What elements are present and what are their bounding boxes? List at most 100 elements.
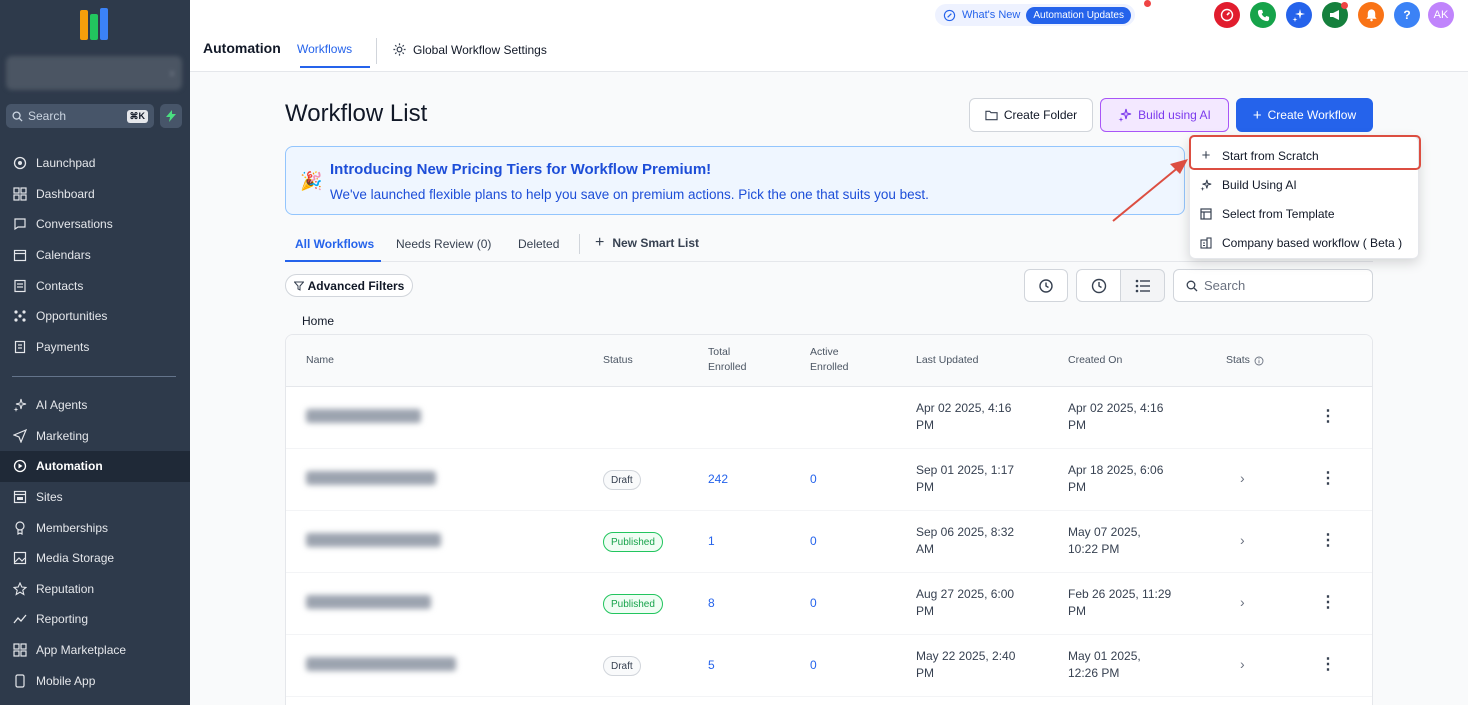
automation-updates-pill[interactable]: Automation Updates xyxy=(1026,6,1131,24)
total-enrolled-link[interactable]: 8 xyxy=(708,596,715,610)
col-status[interactable]: Status xyxy=(603,353,633,368)
sidebar-item-automation[interactable]: Automation xyxy=(0,451,190,482)
total-enrolled-link[interactable]: 1 xyxy=(708,534,715,548)
sidebar-item-launchpad[interactable]: Launchpad xyxy=(0,148,190,179)
help-icon: ? xyxy=(1403,8,1411,22)
more-options-icon[interactable]: ⋮ xyxy=(1320,654,1336,674)
sidebar-item-payments[interactable]: Payments xyxy=(0,332,190,363)
total-enrolled-link[interactable]: 5 xyxy=(708,658,715,672)
sidebar-item-calendars[interactable]: Calendars xyxy=(0,240,190,271)
notification-dot xyxy=(1144,0,1151,7)
tab-workflows-indicator xyxy=(300,66,370,68)
sidebar-search-input[interactable]: Search ⌘K xyxy=(6,104,154,128)
build-using-ai-button[interactable]: Build using AI xyxy=(1100,98,1229,132)
sidebar-item-sites[interactable]: Sites xyxy=(0,482,190,513)
chevron-right-icon[interactable]: › xyxy=(1240,594,1245,610)
time-line: 10:22 PM xyxy=(1068,542,1120,556)
created-on-cell: Apr 02 2025, 4:16 PM xyxy=(1068,400,1163,434)
more-options-icon[interactable]: ⋮ xyxy=(1320,592,1336,612)
whats-new-label: What's New xyxy=(962,9,1021,21)
table-row[interactable]: Apr 02 2025, 4:16 PM Apr 02 2025, 4:16 P… xyxy=(286,387,1372,449)
tab-deleted[interactable]: Deleted xyxy=(518,237,559,251)
list-view-button[interactable] xyxy=(1120,269,1165,302)
col-created-on[interactable]: Created On xyxy=(1068,353,1122,368)
sidebar-item-opportunities[interactable]: Opportunities xyxy=(0,301,190,332)
chevron-right-icon[interactable]: › xyxy=(1240,656,1245,672)
bolt-icon xyxy=(166,110,176,122)
col-name[interactable]: Name xyxy=(306,353,334,368)
col-label: Active xyxy=(810,346,839,358)
col-last-updated[interactable]: Last Updated xyxy=(916,353,978,368)
menu-item-select-from-template[interactable]: Select from Template xyxy=(1190,199,1420,228)
sidebar-item-ai-agents[interactable]: AI Agents xyxy=(0,390,190,421)
sidebar-item-label: Reputation xyxy=(36,581,95,596)
advanced-filters-button[interactable]: Advanced Filters xyxy=(285,274,413,297)
chevron-right-icon[interactable]: › xyxy=(1240,532,1245,548)
user-avatar[interactable]: AK xyxy=(1428,2,1454,28)
sidebar-item-app-marketplace[interactable]: App Marketplace xyxy=(0,635,190,666)
total-enrolled-link[interactable]: 242 xyxy=(708,472,728,486)
clock-view-button[interactable] xyxy=(1076,269,1121,302)
table-row[interactable]: Draft 5 0 May 22 2025, 2:40 PM May 01 20… xyxy=(286,635,1372,697)
whats-new-button[interactable]: What's New Automation Updates xyxy=(935,4,1135,26)
start-from-scratch-highlight xyxy=(1189,135,1421,170)
breadcrumb-home[interactable]: Home xyxy=(302,314,334,328)
tab-workflows[interactable]: Workflows xyxy=(297,42,352,56)
col-stats[interactable]: Stats xyxy=(1226,353,1264,368)
workflow-name-redacted[interactable] xyxy=(306,409,421,423)
sidebar-item-label: Opportunities xyxy=(36,309,108,324)
create-folder-button[interactable]: Create Folder xyxy=(969,98,1093,132)
active-enrolled-link[interactable]: 0 xyxy=(810,472,817,486)
create-workflow-button[interactable]: + Create Workflow xyxy=(1236,98,1373,132)
workflow-name-redacted[interactable] xyxy=(306,657,456,671)
sidebar-item-conversations[interactable]: Conversations xyxy=(0,209,190,240)
help-button[interactable]: ? xyxy=(1394,2,1420,28)
more-options-icon[interactable]: ⋮ xyxy=(1320,530,1336,550)
quick-actions-button[interactable] xyxy=(1214,2,1240,28)
sidebar-item-contacts[interactable]: Contacts xyxy=(0,270,190,301)
sidebar-item-memberships[interactable]: Memberships xyxy=(0,512,190,543)
opportunities-icon xyxy=(12,308,28,324)
active-enrolled-link[interactable]: 0 xyxy=(810,596,817,610)
tab-global-settings[interactable]: Global Workflow Settings xyxy=(392,42,547,57)
sidebar-item-dashboard[interactable]: Dashboard xyxy=(0,179,190,210)
tab-needs-review[interactable]: Needs Review (0) xyxy=(396,237,491,251)
col-total-enrolled[interactable]: Total Enrolled xyxy=(708,345,747,375)
memberships-icon xyxy=(12,520,28,536)
sidebar-item-label: Conversations xyxy=(36,217,113,232)
workflow-name-redacted[interactable] xyxy=(306,471,436,485)
table-row[interactable]: Published 8 0 Aug 27 2025, 6:00 PM Feb 2… xyxy=(286,573,1372,635)
workflow-search-input[interactable]: Search xyxy=(1173,269,1373,302)
more-options-icon[interactable]: ⋮ xyxy=(1320,468,1336,488)
banner-text: We've launched flexible plans to help yo… xyxy=(330,187,929,202)
notifications-button[interactable] xyxy=(1358,2,1384,28)
last-updated-cell: Apr 02 2025, 4:16 PM xyxy=(916,400,1011,434)
sidebar-item-media-storage[interactable]: Media Storage xyxy=(0,543,190,574)
speedometer-icon xyxy=(1220,8,1234,22)
account-switcher[interactable]: › xyxy=(6,56,182,90)
sidebar-item-reporting[interactable]: Reporting xyxy=(0,604,190,635)
more-options-icon[interactable]: ⋮ xyxy=(1320,406,1336,426)
sidebar-item-mobile-app[interactable]: Mobile App xyxy=(0,665,190,696)
active-enrolled-link[interactable]: 0 xyxy=(810,534,817,548)
chevron-right-icon[interactable]: › xyxy=(1240,470,1245,486)
app-logo[interactable] xyxy=(80,6,108,42)
workflow-name-redacted[interactable] xyxy=(306,533,441,547)
phone-button[interactable] xyxy=(1250,2,1276,28)
new-smart-list-button[interactable]: + New Smart List xyxy=(595,234,699,252)
menu-item-company-based-workflow[interactable]: Company based workflow ( Beta ) xyxy=(1190,228,1420,257)
active-enrolled-link[interactable]: 0 xyxy=(810,658,817,672)
sidebar-item-reputation[interactable]: Reputation xyxy=(0,574,190,605)
quick-action-button[interactable] xyxy=(160,104,182,128)
workflow-name-redacted[interactable] xyxy=(306,595,431,609)
tab-all-workflows[interactable]: All Workflows xyxy=(295,237,374,251)
ai-assistant-button[interactable] xyxy=(1286,2,1312,28)
status-badge: Published xyxy=(603,532,663,552)
gear-icon xyxy=(393,43,406,56)
table-row[interactable]: Draft 242 0 Sep 01 2025, 1:17 PM Apr 18 … xyxy=(286,449,1372,511)
table-row[interactable]: Published 1 0 Sep 06 2025, 8:32 AM May 0… xyxy=(286,511,1372,573)
col-active-enrolled[interactable]: Active Enrolled xyxy=(810,345,849,375)
menu-item-build-using-ai[interactable]: Build Using AI xyxy=(1190,170,1420,199)
sidebar-item-marketing[interactable]: Marketing xyxy=(0,421,190,452)
history-button[interactable] xyxy=(1024,269,1068,302)
